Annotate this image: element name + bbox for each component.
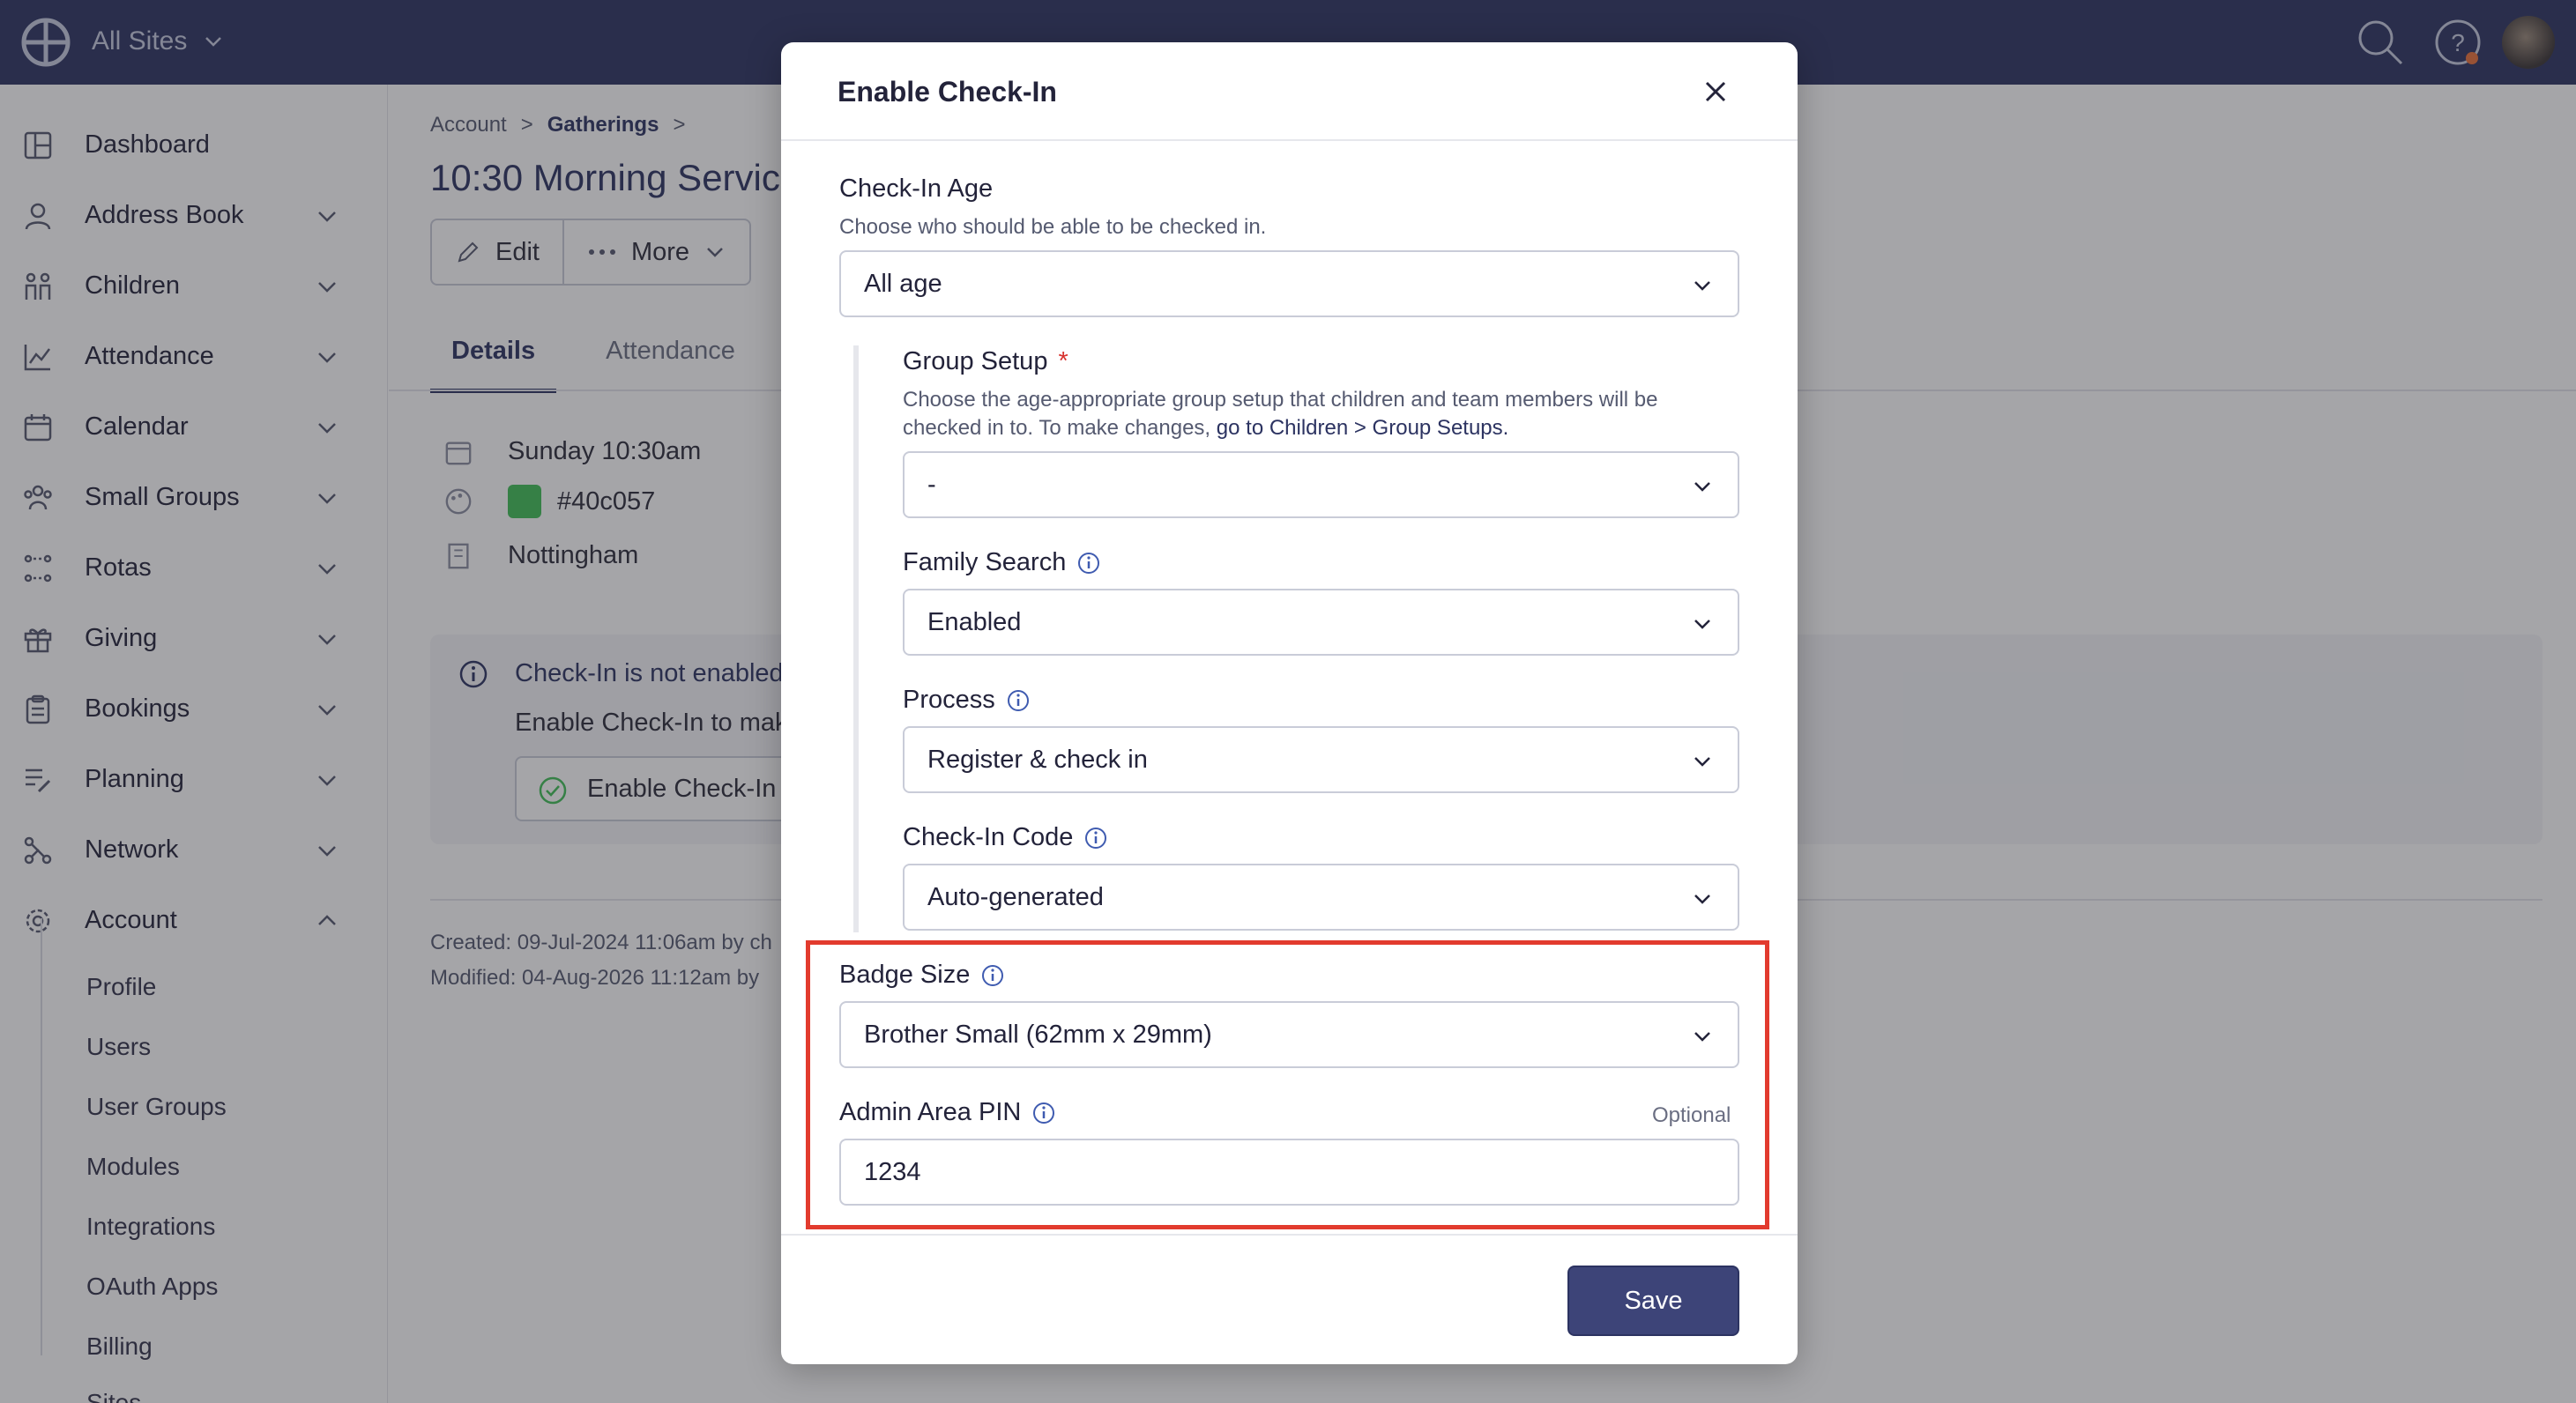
info-icon[interactable] xyxy=(1076,551,1101,575)
checkin-code-value: Auto-generated xyxy=(927,883,1104,911)
info-icon[interactable] xyxy=(1083,826,1108,850)
process-label-text: Process xyxy=(903,686,995,714)
checkin-age-select[interactable]: All age xyxy=(839,250,1739,317)
checkin-age-label: Check-In Age xyxy=(839,174,993,204)
group-setup-select[interactable]: - xyxy=(903,451,1739,518)
chevron-down-icon xyxy=(1694,620,1710,629)
checkin-age-value: All age xyxy=(864,270,942,298)
group-setup-label: Group Setup * xyxy=(903,347,1068,376)
checkin-code-label: Check-In Code xyxy=(903,823,1108,852)
close-icon[interactable] xyxy=(1698,74,1733,109)
group-setup-label-text: Group Setup xyxy=(903,347,1048,375)
process-value: Register & check in xyxy=(927,746,1148,774)
chevron-down-icon xyxy=(1694,895,1710,904)
save-button[interactable]: Save xyxy=(1567,1266,1739,1336)
process-label: Process xyxy=(903,686,1031,715)
checkin-age-help: Choose who should be able to be checked … xyxy=(839,215,1267,239)
checkin-age-label-text: Check-In Age xyxy=(839,174,994,203)
family-search-label: Family Search xyxy=(903,548,1101,577)
info-icon[interactable] xyxy=(1006,688,1031,713)
nested-group-indicator xyxy=(853,345,859,932)
checkin-code-label-text: Check-In Code xyxy=(903,823,1074,851)
modal-footer-divider xyxy=(781,1234,1798,1236)
chevron-down-icon xyxy=(1694,482,1710,492)
group-setup-value: - xyxy=(927,471,936,499)
family-search-value: Enabled xyxy=(927,608,1022,636)
group-setup-help: Choose the age-appropriate group setup t… xyxy=(903,386,1740,442)
modal-title: Enable Check-In xyxy=(838,76,1057,108)
group-setups-link[interactable]: go to Children > Group Setups. xyxy=(1217,416,1509,440)
chevron-down-icon xyxy=(1694,757,1710,767)
highlight-annotation xyxy=(806,940,1769,1229)
family-search-select[interactable]: Enabled xyxy=(903,589,1739,656)
chevron-down-icon xyxy=(1694,281,1710,291)
process-select[interactable]: Register & check in xyxy=(903,726,1739,793)
modal-header: Enable Check-In xyxy=(781,42,1798,141)
checkin-code-select[interactable]: Auto-generated xyxy=(903,864,1739,931)
required-marker: * xyxy=(1058,347,1068,375)
family-search-label-text: Family Search xyxy=(903,548,1067,576)
